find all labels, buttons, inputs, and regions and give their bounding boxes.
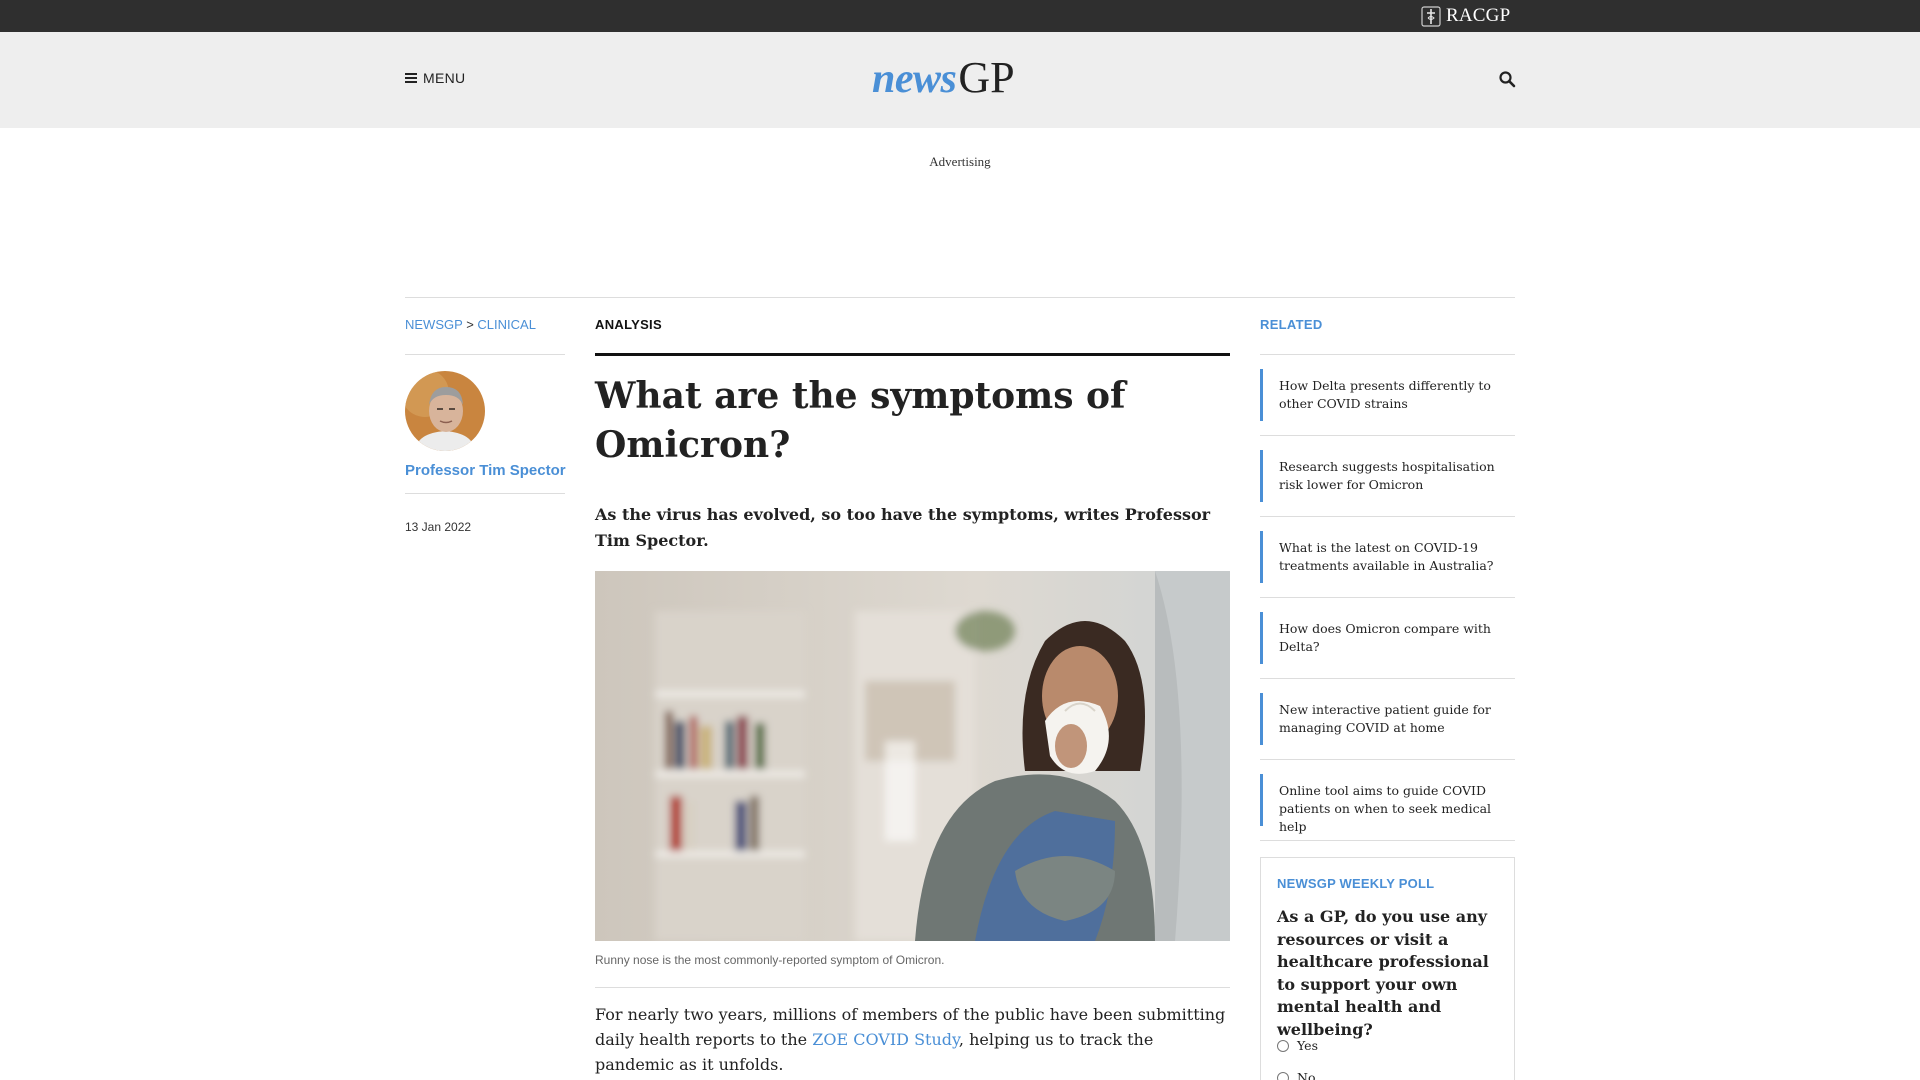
site-header: MENU news GP [0,32,1920,128]
author-name-link[interactable]: Professor Tim Spector [405,462,566,479]
divider [405,493,565,494]
zoe-covid-study-link[interactable]: ZOE COVID Study [812,1030,959,1049]
racgp-crest-icon [1421,6,1441,27]
poll-option-no[interactable]: No [1277,1070,1315,1080]
caption-divider [595,987,1230,988]
related-accent-bar [1260,531,1263,583]
poll-option-label: No [1297,1070,1316,1080]
related-item[interactable]: How Delta presents differently to other … [1260,355,1515,436]
author-avatar[interactable] [405,371,485,451]
related-heading: RELATED [1260,317,1323,332]
related-accent-bar [1260,369,1263,421]
logo-gp: GP [958,53,1015,102]
related-item[interactable]: Online tool aims to guide COVID patients… [1260,760,1515,841]
related-accent-bar [1260,612,1263,664]
logo-news: news [872,56,957,102]
racgp-label: RACGP [1446,5,1511,26]
related-item-title: New interactive patient guide for managi… [1279,702,1491,735]
related-item[interactable]: How does Omicron compare with Delta? [1260,598,1515,679]
menu-label: MENU [423,70,466,86]
related-accent-bar [1260,450,1263,502]
kicker-divider [595,353,1230,356]
image-caption: Runny nose is the most commonly-reported… [595,953,945,967]
advertising-label: Advertising [929,154,991,169]
article-standfirst: As the virus has evolved, so too have th… [595,505,1211,550]
hero-photo [595,571,1230,941]
breadcrumb-newsgp[interactable]: NEWSGP [405,317,463,332]
related-item[interactable]: New interactive patient guide for managi… [1260,679,1515,760]
content-divider [405,297,1515,298]
related-item[interactable]: Research suggests hospitalisation risk l… [1260,436,1515,517]
related-accent-bar [1260,693,1263,745]
article-title: What are the symptoms of Omicron? [595,375,1126,466]
related-item-title: Research suggests hospitalisation risk l… [1279,459,1495,492]
publish-date: 13 Jan 2022 [405,520,472,534]
search-icon[interactable] [1498,70,1516,88]
poll-option-label: Yes [1297,1038,1318,1053]
poll-option-yes[interactable]: Yes [1277,1038,1318,1053]
poll-question: As a GP, do you use any resources or vis… [1277,907,1489,1039]
hero-image [595,571,1230,941]
related-item[interactable]: What is the latest on COVID-19 treatment… [1260,517,1515,598]
menu-button[interactable]: MENU [405,70,465,86]
radio-button[interactable] [1277,1039,1289,1052]
top-bar: RACGP [0,0,1920,32]
article-kicker: ANALYSIS [595,317,662,332]
radio-button[interactable] [1277,1071,1289,1080]
related-item-title: Online tool aims to guide COVID patients… [1279,783,1492,834]
poll-heading: NEWSGP WEEKLY POLL [1277,876,1435,891]
related-item-title: How does Omicron compare with Delta? [1279,621,1491,654]
weekly-poll: NEWSGP WEEKLY POLL As a GP, do you use a… [1260,857,1515,1080]
related-item-title: How Delta presents differently to other … [1279,378,1491,411]
breadcrumb: NEWSGP > CLINICAL [405,317,536,332]
newsgp-logo[interactable]: news GP [872,52,1015,102]
related-accent-bar [1260,774,1263,826]
author-photo [405,371,485,451]
racgp-link[interactable]: RACGP [1420,4,1510,28]
divider [405,354,565,355]
breadcrumb-separator: > [466,317,474,332]
related-item-title: What is the latest on COVID-19 treatment… [1279,540,1494,573]
hamburger-icon [405,73,417,83]
article-body-paragraph: For nearly two years, millions of member… [595,1002,1230,1077]
breadcrumb-clinical[interactable]: CLINICAL [477,317,536,332]
